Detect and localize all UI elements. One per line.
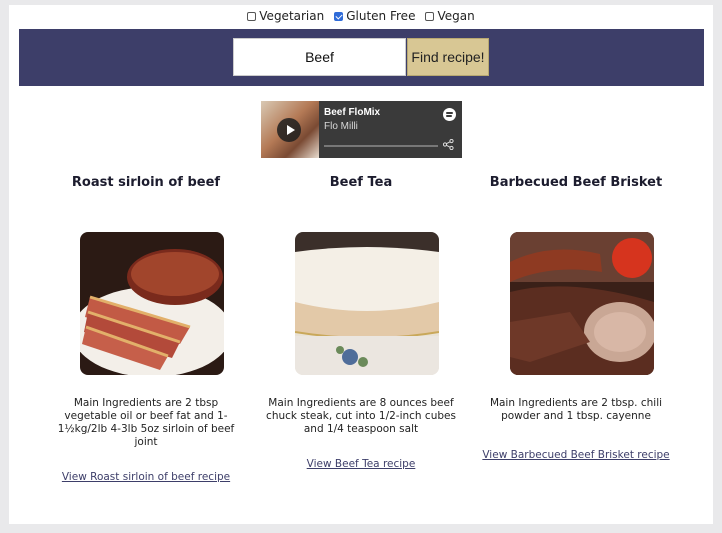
filter-label: Gluten Free [346,9,416,23]
recipe-card: Barbecued Beef Brisket Main Ingredients … [481,175,671,505]
recipe-card: Roast sirloin of beef Main Ingredients a… [51,175,241,505]
track-artist: Flo Milli [324,121,358,132]
view-recipe-link[interactable]: View Barbecued Beef Brisket recipe [481,449,671,462]
view-recipe-link[interactable]: View Beef Tea recipe [266,458,456,471]
recipe-card: Beef Tea Main Ingredients are 8 ounces b… [266,175,456,505]
filter-gluten-free[interactable]: Gluten Free [334,9,415,23]
filter-label: Vegetarian [259,9,325,23]
recipe-description: Main Ingredients are 8 ounces beef chuck… [266,397,456,435]
search-bar: Beef Find recipe! [19,29,704,86]
filter-vegetarian[interactable]: Vegetarian [247,9,324,23]
find-recipe-button[interactable]: Find recipe! [407,38,489,76]
play-icon[interactable] [277,118,301,142]
recipe-title: Beef Tea [329,175,393,190]
filter-label: Vegan [437,9,475,23]
diet-filters: Vegetarian Gluten Free Vegan [9,9,713,23]
gluten-free-checkbox[interactable] [334,11,344,21]
share-icon[interactable] [443,139,454,150]
recipe-image [510,232,654,375]
vegetarian-checkbox[interactable] [247,11,257,21]
progress-bar[interactable] [324,145,438,147]
track-title: Beef FloMix [324,107,381,118]
recipe-image [295,232,439,375]
recipe-title: Barbecued Beef Brisket [489,175,663,190]
album-art [261,101,319,158]
recipe-image [80,232,224,375]
filter-vegan[interactable]: Vegan [425,9,475,23]
view-recipe-link[interactable]: View Roast sirloin of beef recipe [51,471,241,484]
spotify-player: Beef FloMix Flo Milli [261,101,462,158]
search-input[interactable]: Beef [233,38,406,76]
recipe-title: Roast sirloin of beef [71,175,221,190]
spotify-icon[interactable] [443,108,456,121]
recipe-description: Main Ingredients are 2 tbsp. chili powde… [489,397,663,422]
recipe-description: Main Ingredients are 2 tbsp vegetable oi… [57,397,235,448]
vegan-checkbox[interactable] [425,11,435,21]
page: Vegetarian Gluten Free Vegan Beef Find r… [9,5,713,524]
